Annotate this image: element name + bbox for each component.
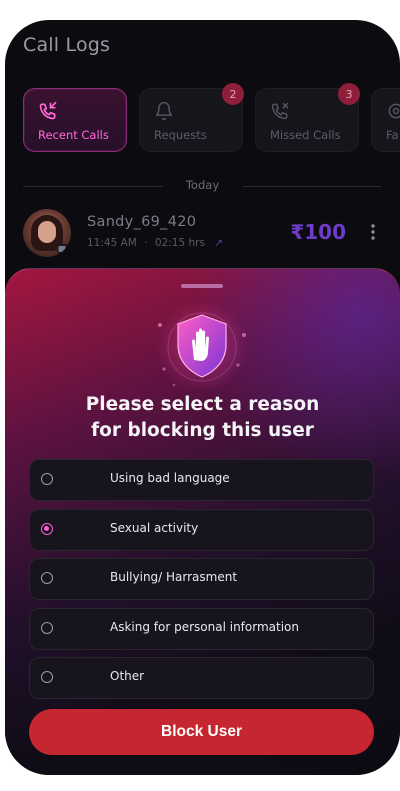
sheet-title: Please select a reason for blocking this… bbox=[85, 394, 320, 441]
drag-handle[interactable] bbox=[181, 284, 223, 288]
tab-favourites-label: Fa bbox=[386, 128, 399, 142]
reason-label: Asking for personal information bbox=[110, 619, 299, 634]
radio-sexual-activity[interactable] bbox=[41, 522, 53, 535]
reason-list: Using bad language Sexual activity Bully… bbox=[29, 459, 374, 707]
tab-requests[interactable]: Requests 2 bbox=[139, 83, 244, 152]
more-options-icon[interactable] bbox=[370, 222, 376, 242]
divider-right bbox=[243, 186, 381, 187]
block-user-sheet: Please select a reason for blocking this… bbox=[5, 268, 400, 775]
radio-bullying[interactable] bbox=[41, 572, 53, 584]
tab-favourites[interactable]: Fa bbox=[371, 88, 400, 152]
tab-bar: Recent Calls Requests 2 Missed Calls 3 F… bbox=[23, 83, 400, 154]
requests-badge: 2 bbox=[222, 83, 244, 105]
tab-missed-calls-label: Missed Calls bbox=[270, 128, 341, 142]
reason-label: Bullying/ Harrasment bbox=[110, 570, 238, 584]
call-time: 11:45 AM bbox=[87, 237, 137, 249]
radio-bad-language[interactable] bbox=[41, 473, 53, 485]
radio-other[interactable] bbox=[41, 671, 53, 683]
radio-personal-info[interactable] bbox=[41, 621, 53, 634]
tab-recent-calls[interactable]: Recent Calls bbox=[23, 88, 127, 152]
reason-option-bad-language[interactable]: Using bad language bbox=[29, 459, 374, 501]
call-meta: 11:45 AM · 02:15 hrs ↗ bbox=[87, 237, 224, 249]
missed-calls-badge: 3 bbox=[338, 83, 360, 105]
reason-option-bullying[interactable]: Bullying/ Harrasment bbox=[29, 558, 374, 600]
avatar[interactable] bbox=[23, 209, 71, 257]
phone-screen: Call Logs Recent Calls Requests 2 Missed… bbox=[5, 20, 400, 775]
hand-shield-icon bbox=[156, 301, 248, 393]
block-user-button[interactable]: Block User bbox=[29, 709, 374, 755]
reason-option-other[interactable]: Other bbox=[29, 657, 374, 699]
phone-incoming-icon bbox=[39, 101, 57, 120]
page-title: Call Logs bbox=[23, 34, 111, 56]
reason-label: Using bad language bbox=[110, 471, 230, 485]
call-log-row[interactable]: Sandy_69_420 11:45 AM · 02:15 hrs ↗ ₹100 bbox=[23, 208, 382, 262]
target-icon bbox=[388, 103, 400, 119]
tab-recent-calls-label: Recent Calls bbox=[38, 128, 109, 142]
bell-icon bbox=[155, 101, 173, 121]
tab-missed-calls[interactable]: Missed Calls 3 bbox=[255, 83, 360, 152]
reason-label: Sexual activity bbox=[110, 520, 199, 535]
reason-label: Other bbox=[110, 669, 145, 683]
video-icon bbox=[57, 244, 71, 254]
outgoing-arrow-icon: ↗ bbox=[214, 237, 224, 249]
reason-option-sexual-activity[interactable]: Sexual activity bbox=[29, 508, 374, 551]
call-duration: 02:15 hrs bbox=[154, 237, 205, 249]
section-label: Today bbox=[185, 178, 220, 192]
reason-option-personal-info[interactable]: Asking for personal information bbox=[29, 607, 374, 650]
tab-requests-label: Requests bbox=[154, 128, 207, 142]
call-amount: ₹100 bbox=[290, 220, 346, 244]
caller-name: Sandy_69_420 bbox=[87, 214, 197, 230]
phone-missed-icon bbox=[271, 102, 289, 120]
